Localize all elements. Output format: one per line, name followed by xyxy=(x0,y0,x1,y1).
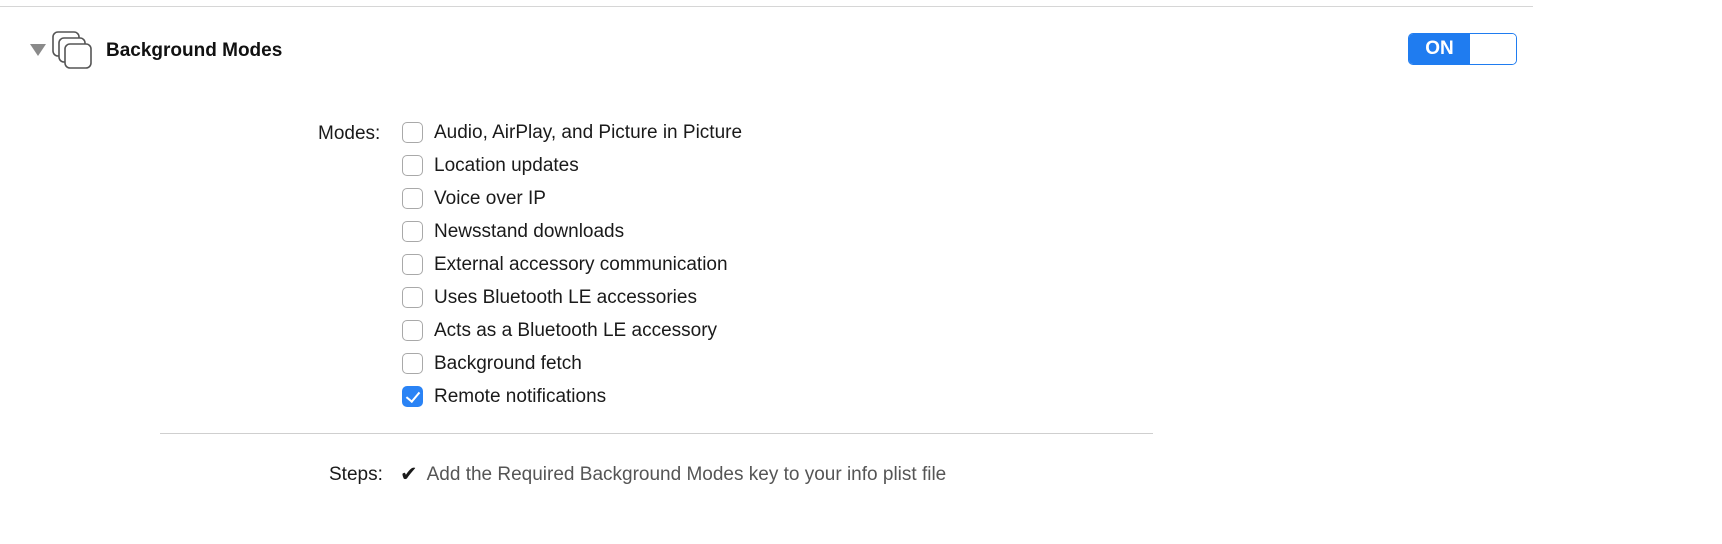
step-text: Add the Required Background Modes key to… xyxy=(426,463,947,485)
top-divider xyxy=(0,6,1533,7)
mode-label: Newsstand downloads xyxy=(434,220,625,242)
capability-panel: Background Modes ON Modes: Audio, AirPla… xyxy=(0,0,1722,544)
section-title: Background Modes xyxy=(106,40,283,61)
modes-list: Audio, AirPlay, and Picture in Picture Lo… xyxy=(402,116,742,413)
checkmark-icon xyxy=(405,387,421,404)
stacked-windows-icon xyxy=(52,31,92,69)
section-divider xyxy=(160,433,1153,434)
mode-item[interactable]: Newsstand downloads xyxy=(402,215,742,248)
section-header: Background Modes ON xyxy=(0,28,1722,76)
mode-label: Uses Bluetooth LE accessories xyxy=(434,286,697,308)
mode-label: Voice over IP xyxy=(434,187,546,209)
mode-label: Acts as a Bluetooth LE accessory xyxy=(434,319,718,341)
toggle-on-label: ON xyxy=(1409,34,1470,64)
modes-label: Modes: xyxy=(318,123,381,144)
mode-checkbox[interactable] xyxy=(402,320,423,341)
mode-label: Location updates xyxy=(434,154,579,176)
mode-checkbox[interactable] xyxy=(402,188,423,209)
checkmark-icon: ✔ xyxy=(400,463,418,486)
mode-label: Remote notifications xyxy=(434,385,607,407)
mode-item[interactable]: Acts as a Bluetooth LE accessory xyxy=(402,314,742,347)
mode-item[interactable]: Audio, AirPlay, and Picture in Picture xyxy=(402,116,742,149)
capability-toggle[interactable]: ON xyxy=(1408,33,1517,65)
mode-item[interactable]: External accessory communication xyxy=(402,248,742,281)
mode-label: Audio, AirPlay, and Picture in Picture xyxy=(434,121,743,143)
mode-checkbox[interactable] xyxy=(402,386,423,407)
toggle-knob xyxy=(1470,34,1516,64)
mode-checkbox[interactable] xyxy=(402,287,423,308)
mode-item[interactable]: Location updates xyxy=(402,149,742,182)
mode-item[interactable]: Voice over IP xyxy=(402,182,742,215)
mode-checkbox[interactable] xyxy=(402,221,423,242)
mode-item[interactable]: Background fetch xyxy=(402,347,742,380)
mode-checkbox[interactable] xyxy=(402,353,423,374)
mode-label: External accessory communication xyxy=(434,253,728,275)
mode-item[interactable]: Remote notifications xyxy=(402,380,742,413)
mode-label: Background fetch xyxy=(434,352,582,374)
mode-checkbox[interactable] xyxy=(402,254,423,275)
disclosure-triangle-icon[interactable] xyxy=(30,44,46,56)
mode-checkbox[interactable] xyxy=(402,155,423,176)
step-item: ✔ Add the Required Background Modes key … xyxy=(400,462,946,487)
mode-item[interactable]: Uses Bluetooth LE accessories xyxy=(402,281,742,314)
mode-checkbox[interactable] xyxy=(402,122,423,143)
steps-label: Steps: xyxy=(329,464,383,485)
